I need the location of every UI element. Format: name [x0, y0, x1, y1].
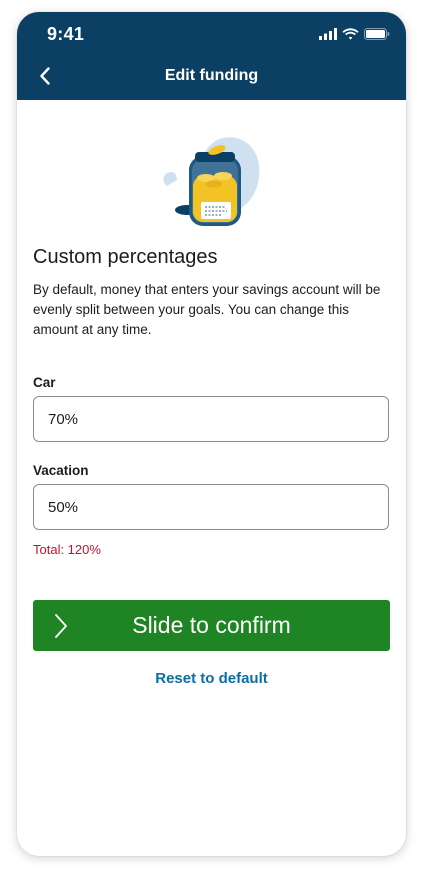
status-time: 9:41	[47, 24, 85, 44]
wifi-icon	[342, 28, 359, 40]
vacation-percentage-input[interactable]	[33, 484, 389, 530]
section-title: Custom percentages	[33, 246, 218, 268]
phone-screen: 9:41 Edit funding Custom percentages By …	[17, 12, 406, 856]
status-icons	[319, 28, 390, 40]
car-percentage-input[interactable]	[33, 396, 389, 442]
total-error-text: Total: 120%	[33, 542, 101, 557]
slide-to-confirm-button[interactable]: Slide to confirm	[33, 600, 390, 651]
slide-to-confirm-label: Slide to confirm	[132, 612, 291, 638]
page-title: Edit funding	[164, 67, 259, 84]
car-field-label: Car	[33, 375, 56, 390]
reset-to-default-link[interactable]: Reset to default	[17, 670, 406, 687]
signal-icon	[319, 28, 337, 40]
header-bar: 9:41 Edit funding	[17, 12, 406, 100]
section-description: By default, money that enters your savin…	[33, 282, 381, 337]
battery-icon	[364, 28, 390, 40]
vacation-field-label: Vacation	[33, 463, 89, 478]
savings-jar-icon	[163, 137, 260, 226]
